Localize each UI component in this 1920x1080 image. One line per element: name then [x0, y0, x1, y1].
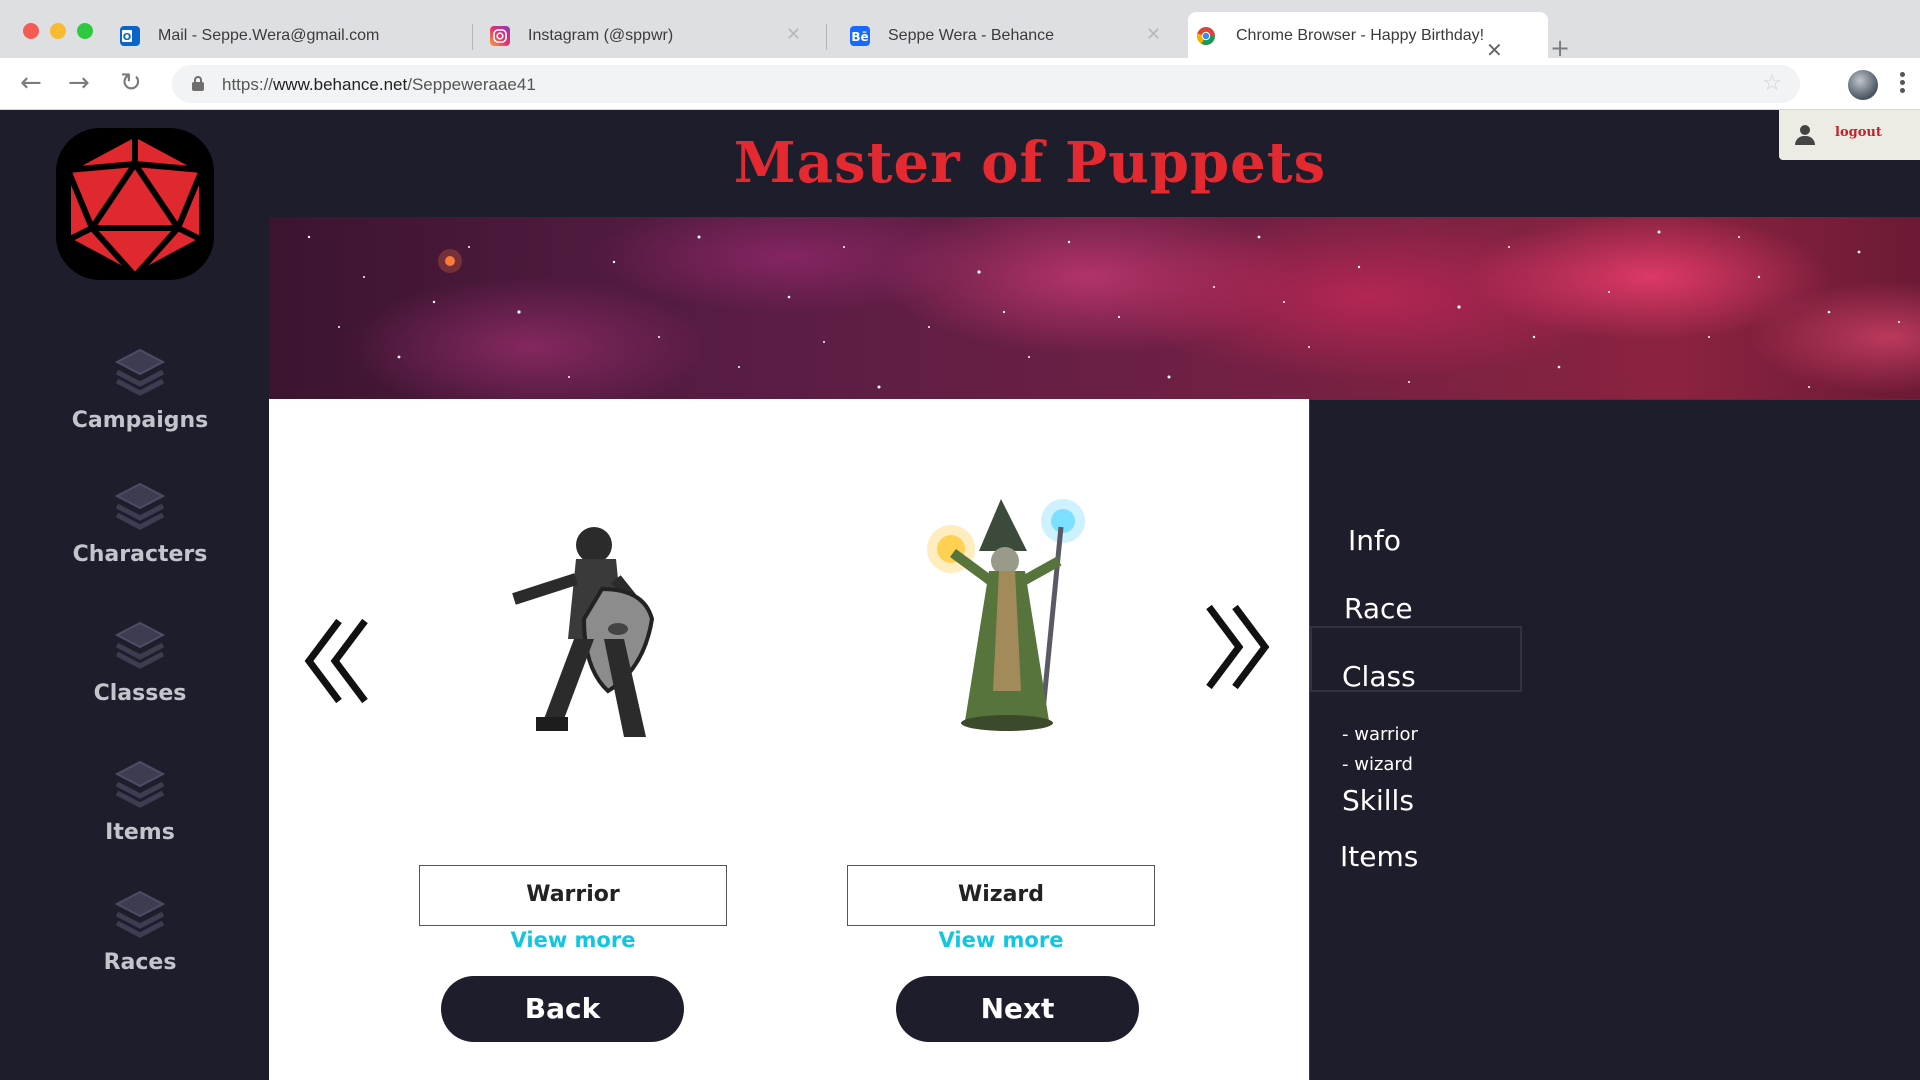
address-bar[interactable]: https://www.behance.net/Seppeweraae41 ☆ — [172, 65, 1800, 103]
warrior-figure-image — [512, 527, 655, 737]
bookmark-star-icon[interactable]: ☆ — [1762, 71, 1782, 96]
close-tab-icon[interactable]: ✕ — [1146, 24, 1161, 45]
layers-icon — [114, 890, 166, 938]
close-tab-icon[interactable]: ✕ — [1486, 41, 1503, 61]
view-more-link[interactable]: View more — [847, 928, 1155, 952]
user-icon — [1795, 125, 1815, 145]
wizard-figure-image — [927, 499, 1085, 731]
logout-button[interactable]: logout — [1779, 110, 1920, 160]
back-button[interactable]: Back — [441, 976, 684, 1042]
sidebar-item-label: Items — [105, 820, 175, 845]
step-class-sub-warrior[interactable]: - warrior — [1342, 724, 1418, 745]
sidebar-item-items[interactable]: Items — [40, 758, 240, 845]
url-text[interactable]: https://www.behance.net/Seppeweraae41 — [222, 75, 536, 95]
class-card-wizard[interactable]: Wizard — [847, 865, 1155, 926]
page-title: Master of Puppets — [733, 130, 1327, 196]
tab-divider — [826, 24, 827, 50]
tab-divider — [472, 24, 473, 50]
browser-tab-mail[interactable]: O Mail - Seppe.Wera@gmail.com — [120, 12, 460, 58]
minimize-window-button[interactable] — [50, 23, 66, 39]
sidebar-item-label: Races — [103, 950, 177, 975]
profile-avatar[interactable] — [1848, 70, 1878, 100]
sidebar-item-classes[interactable]: Classes — [40, 619, 240, 706]
view-more-link[interactable]: View more — [419, 928, 727, 952]
chevron-double-right-icon[interactable] — [1201, 597, 1271, 697]
instagram-icon — [490, 26, 510, 46]
sidebar-item-campaigns[interactable]: Campaigns — [40, 346, 240, 433]
layers-icon — [114, 348, 166, 396]
close-tab-icon[interactable]: ✕ — [786, 24, 801, 45]
close-window-button[interactable] — [23, 23, 39, 39]
browser-toolbar: ← → ↻ https://www.behance.net/Seppeweraa… — [0, 58, 1920, 110]
layers-icon — [114, 482, 166, 530]
tab-title: Mail - Seppe.Wera@gmail.com — [158, 27, 380, 44]
outlook-icon: O — [120, 26, 140, 46]
step-class-sub-wizard[interactable]: - wizard — [1342, 754, 1413, 775]
browser-menu-icon[interactable] — [1898, 70, 1906, 98]
browser-tab-bar: O Mail - Seppe.Wera@gmail.com Instagram … — [0, 0, 1920, 61]
maximize-window-button[interactable] — [77, 23, 93, 39]
reload-icon[interactable]: ↻ — [120, 70, 142, 96]
browser-tab-chrome[interactable]: Chrome Browser - Happy Birthday! ✕ — [1188, 12, 1548, 61]
lock-icon — [192, 76, 204, 91]
tab-title: Chrome Browser - Happy Birthday! — [1236, 27, 1485, 44]
tab-title: Seppe Wera - Behance — [888, 27, 1055, 44]
layers-icon — [114, 621, 166, 669]
step-race[interactable]: Race — [1344, 592, 1413, 625]
back-arrow-icon[interactable]: ← — [20, 70, 42, 96]
tab-title: Instagram (@sppwr) — [528, 27, 674, 44]
behance-icon: Bē — [850, 26, 870, 46]
chrome-icon — [1196, 26, 1216, 46]
logout-label: logout — [1835, 125, 1882, 140]
app-page: Campaigns Characters Classes Items Races… — [0, 110, 1920, 1080]
browser-tab-instagram[interactable]: Instagram (@sppwr) ✕ — [490, 12, 810, 58]
nebula-banner-image — [269, 217, 1920, 399]
d20-logo-icon[interactable] — [56, 128, 214, 280]
sidebar-item-label: Classes — [93, 681, 187, 706]
forward-arrow-icon[interactable]: → — [68, 70, 90, 96]
svg-text:O: O — [123, 32, 132, 43]
sidebar-item-races[interactable]: Races — [40, 888, 240, 975]
layers-icon — [114, 760, 166, 808]
sidebar-item-label: Campaigns — [71, 408, 209, 433]
step-items[interactable]: Items — [1340, 840, 1418, 873]
browser-tab-behance[interactable]: Bē Seppe Wera - Behance ✕ — [850, 12, 1170, 58]
step-class[interactable]: Class — [1342, 660, 1416, 693]
new-tab-button[interactable]: + — [1550, 36, 1570, 60]
wizard-steps-panel: Info Race Class - warrior - wizard Skill… — [1309, 399, 1920, 1080]
chevron-double-left-icon[interactable] — [303, 611, 373, 711]
step-skills[interactable]: Skills — [1342, 784, 1414, 817]
sidebar-item-label: Characters — [72, 542, 208, 567]
sidebar-item-characters[interactable]: Characters — [40, 480, 240, 567]
next-button[interactable]: Next — [896, 976, 1139, 1042]
class-card-warrior[interactable]: Warrior — [419, 865, 727, 926]
svg-text:Bē: Bē — [851, 30, 868, 44]
class-selection-panel: Warrior View more Wizard View more Back … — [269, 399, 1309, 1080]
step-info[interactable]: Info — [1348, 524, 1401, 557]
